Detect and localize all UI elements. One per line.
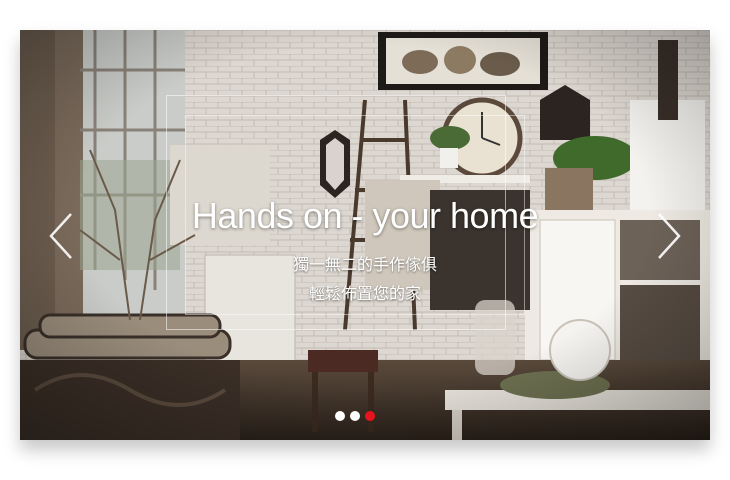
pagination-dot-1[interactable] xyxy=(335,411,345,421)
slide-pagination xyxy=(335,411,375,421)
next-slide-button[interactable] xyxy=(653,212,683,260)
pagination-dot-2[interactable] xyxy=(350,411,360,421)
chevron-right-icon xyxy=(658,213,681,259)
slide-subtitle-line2: 輕鬆佈置您的家 xyxy=(308,284,421,303)
slide-subtitle-line1: 獨一無二的手作傢俱 xyxy=(292,255,437,274)
prev-slide-button[interactable] xyxy=(47,212,77,260)
chevron-left-icon xyxy=(49,213,72,259)
slide-title: Hands on - your home xyxy=(191,195,539,236)
pagination-dot-3[interactable] xyxy=(365,411,375,421)
